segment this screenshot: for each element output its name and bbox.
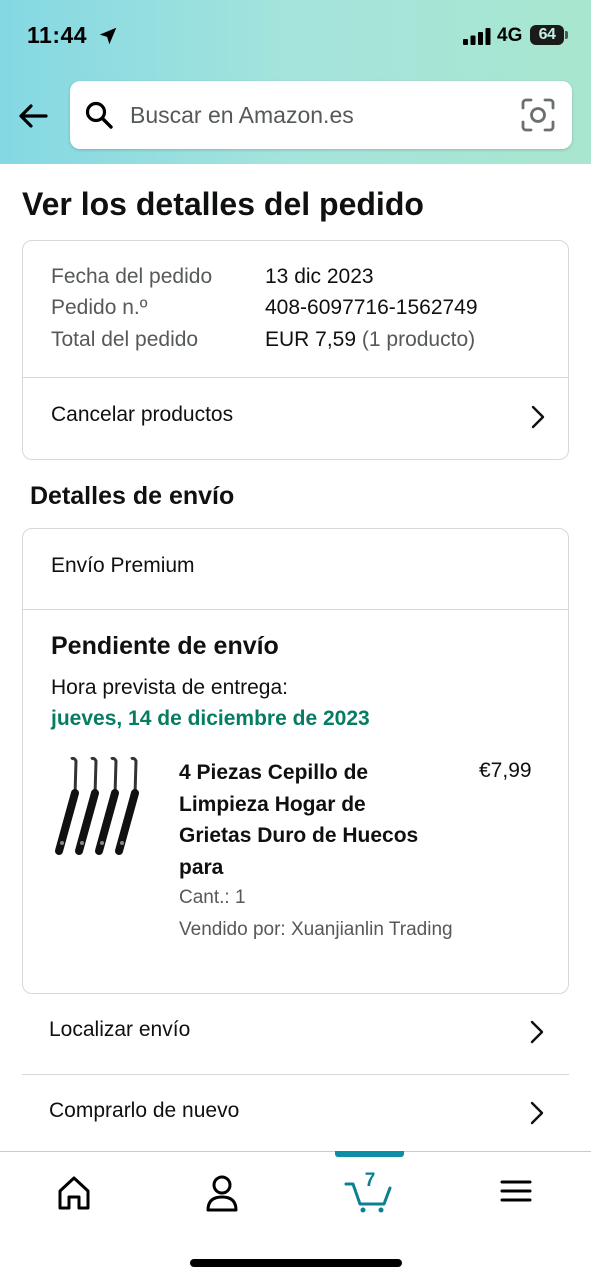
chevron-right-icon: [531, 405, 545, 429]
order-number-value: 408-6097716-1562749: [265, 296, 478, 319]
battery-nub: [565, 31, 568, 39]
signal-icon: [463, 28, 491, 45]
battery-icon: 64: [530, 25, 564, 45]
product-image[interactable]: [51, 755, 153, 859]
account-icon: [206, 1175, 238, 1212]
status-bar: 11:44 4G 64: [0, 0, 591, 72]
back-arrow-icon[interactable]: [16, 98, 52, 134]
order-number-label: Pedido n.º: [51, 296, 148, 319]
camera-scan-icon[interactable]: [520, 97, 556, 133]
shipping-method: Envío Premium: [51, 554, 195, 577]
track-shipment-label: Localizar envío: [49, 1018, 191, 1041]
order-total-label: Total del pedido: [51, 328, 199, 351]
bottom-nav: 7: [0, 1151, 591, 1280]
order-total-amount: EUR 7,59: [265, 328, 357, 351]
order-total-items: (1 producto): [361, 328, 476, 351]
active-tab-indicator: [335, 1151, 404, 1157]
product-seller: Vendido por: Xuanjianlin Trading: [179, 919, 453, 940]
page-title: Ver los detalles del pedido: [22, 186, 424, 222]
home-icon: [58, 1176, 90, 1210]
cancel-products-row[interactable]: Cancelar productos: [23, 378, 568, 460]
eta-label: Hora prevista de entrega:: [51, 676, 288, 699]
track-shipment-row[interactable]: Localizar envío: [22, 994, 569, 1074]
chevron-right-icon: [530, 1101, 544, 1125]
status-time: 11:44: [27, 22, 88, 48]
cart-count-badge: 7: [364, 1170, 376, 1191]
nav-cart-button[interactable]: 7: [340, 1170, 400, 1214]
search-input[interactable]: [130, 97, 500, 133]
divider: [23, 609, 568, 610]
shipping-section-title: Detalles de envío: [30, 482, 235, 510]
product-price: €7,99: [479, 759, 532, 782]
cancel-products-label: Cancelar productos: [51, 403, 234, 426]
buy-again-label: Comprarlo de nuevo: [49, 1099, 240, 1122]
order-date-label: Fecha del pedido: [51, 265, 213, 288]
order-date-value: 13 dic 2023: [265, 265, 374, 288]
shipment-card: Envío Premium Pendiente de envío Hora pr…: [22, 528, 569, 994]
nav-menu-button[interactable]: [486, 1170, 546, 1214]
battery-level: 64: [538, 26, 556, 43]
menu-icon: [500, 1180, 532, 1202]
home-indicator: [190, 1259, 402, 1267]
product-name-link[interactable]: 4 Piezas Cepillo de Limpieza Hogar de Gr…: [179, 757, 419, 883]
shipment-status: Pendiente de envío: [51, 632, 279, 660]
eta-date: jueves, 14 de diciembre de 2023: [51, 707, 370, 730]
order-summary-card: Fecha del pedido 13 dic 2023 Pedido n.º …: [22, 240, 569, 460]
location-arrow-icon: [99, 27, 117, 45]
search-bar[interactable]: [70, 81, 572, 149]
network-type: 4G: [497, 25, 523, 46]
chevron-right-icon: [530, 1020, 544, 1044]
nav-home-button[interactable]: [44, 1170, 104, 1214]
order-total-value: EUR 7,59 (1 producto): [265, 328, 475, 352]
nav-account-button[interactable]: [192, 1170, 252, 1214]
search-icon: [85, 101, 113, 129]
app-header: 11:44 4G 64: [0, 0, 591, 164]
product-quantity: Cant.: 1: [179, 887, 246, 908]
buy-again-row[interactable]: Comprarlo de nuevo: [22, 1075, 569, 1155]
